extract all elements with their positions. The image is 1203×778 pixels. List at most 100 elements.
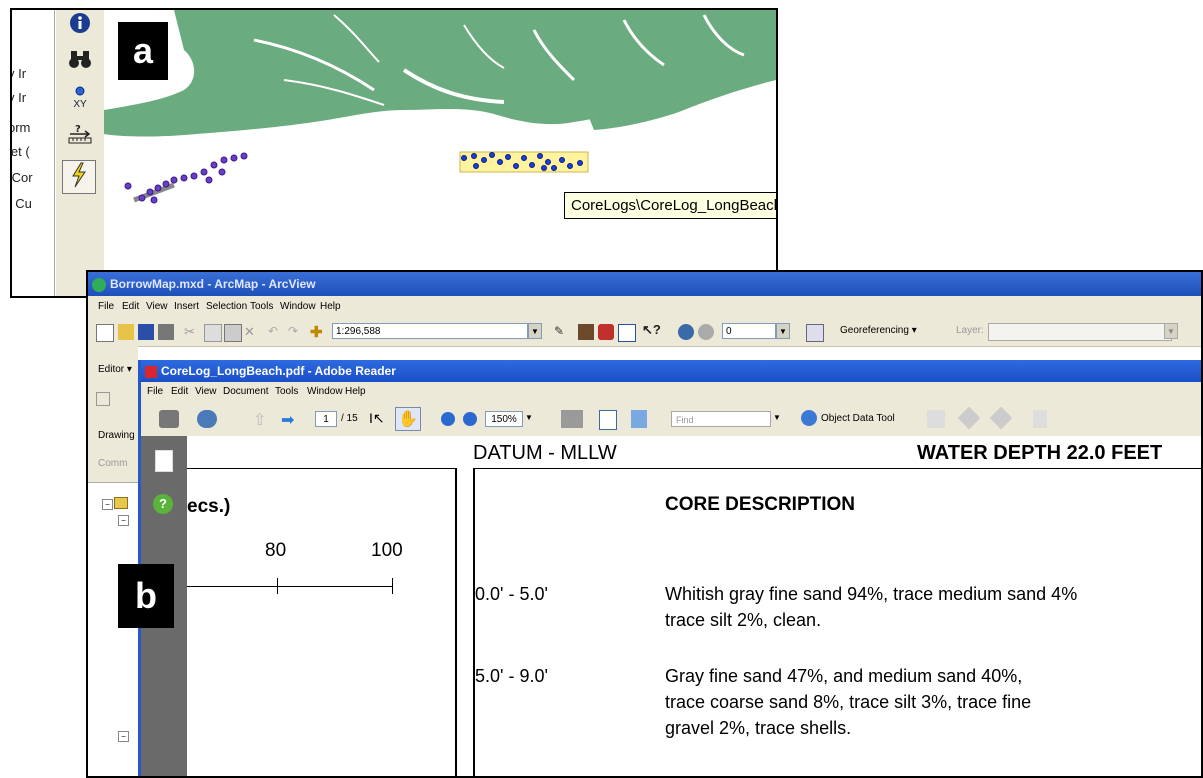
- expand-toggle[interactable]: −: [118, 731, 129, 742]
- object-data-tool-icon[interactable]: [801, 410, 817, 426]
- arcmap-toc-tree: − − −: [88, 482, 138, 776]
- editor-menu[interactable]: Editor ▾: [98, 364, 132, 375]
- copy-icon[interactable]: [204, 324, 222, 342]
- column-header-fragment: ecs.): [187, 496, 231, 517]
- page-total: / 15: [341, 413, 358, 424]
- add-data-icon[interactable]: ✚: [310, 323, 326, 341]
- menu-help[interactable]: Help: [320, 296, 341, 318]
- previous-page-icon[interactable]: ⇧: [253, 410, 266, 430]
- menu-window[interactable]: Window: [280, 296, 316, 318]
- reader-menu-edit[interactable]: Edit: [171, 382, 188, 402]
- menu-view[interactable]: View: [146, 296, 168, 318]
- menu-file[interactable]: File: [98, 296, 114, 318]
- map-canvas[interactable]: a CoreLogs\CoreLog_LongBeach.pdf: [104, 10, 776, 296]
- core-point: [190, 172, 198, 180]
- drawing-menu[interactable]: Drawing: [98, 430, 135, 441]
- georef-rotate-icon[interactable]: [698, 324, 714, 340]
- reader-menu-tools[interactable]: Tools: [275, 382, 298, 402]
- zoom-in-icon[interactable]: [463, 412, 477, 426]
- pages-panel-icon[interactable]: [155, 450, 173, 472]
- zoom-layer-icon[interactable]: [806, 324, 824, 342]
- undo-icon[interactable]: ↶: [268, 324, 284, 340]
- next-page-icon[interactable]: ➡: [281, 410, 294, 430]
- catalog-icon[interactable]: [578, 324, 594, 340]
- panel-label-a: a: [118, 22, 168, 80]
- toolbox-icon[interactable]: [598, 324, 614, 340]
- reader-menu-file[interactable]: File: [147, 382, 163, 402]
- map-scale-combo[interactable]: 1:296,588: [332, 323, 528, 339]
- delete-icon[interactable]: ✕: [244, 324, 260, 340]
- hyperlink-lightning-icon[interactable]: [62, 160, 96, 194]
- description-line: gravel 2%, trace shells.: [665, 718, 852, 738]
- binoculars-icon[interactable]: [66, 48, 94, 76]
- hyperlink-tooltip: CoreLogs\CoreLog_LongBeach.pdf: [564, 192, 776, 219]
- find-input[interactable]: Find: [671, 411, 771, 427]
- panel-b-arcmap-with-reader: BorrowMap.mxd - ArcMap - ArcView File Ed…: [86, 270, 1203, 778]
- menu-edit[interactable]: Edit: [122, 296, 139, 318]
- search-icon[interactable]: [197, 410, 217, 428]
- georeferencing-menu[interactable]: Georeferencing ▾: [840, 325, 917, 336]
- toc-text: orm: [10, 120, 31, 135]
- zoom-out-icon[interactable]: [441, 412, 455, 426]
- georef-layer-dropdown-arrow-icon[interactable]: ▼: [1164, 323, 1178, 339]
- reader-toolbar: ⇧ ➡ 1 / 15 I↖ ✋ 150% ▼ Find ▼ Object Dat…: [141, 402, 1201, 437]
- menu-tools[interactable]: Tools: [250, 296, 273, 318]
- edit-tool-icon[interactable]: [96, 392, 110, 406]
- select-text-icon[interactable]: I↖: [369, 410, 385, 427]
- georef-layer-combo[interactable]: [988, 323, 1172, 341]
- object-data-tool-button[interactable]: Object Data Tool: [821, 413, 895, 424]
- toc-text: y Ir: [12, 66, 27, 81]
- georef-fit-icon[interactable]: [678, 324, 694, 340]
- single-page-icon[interactable]: [599, 410, 617, 430]
- depth-range: 0.0' - 5.0': [475, 584, 548, 604]
- fit-page-icon[interactable]: [631, 410, 647, 428]
- page-number-input[interactable]: 1: [315, 411, 337, 427]
- info-icon[interactable]: [66, 12, 94, 40]
- redo-icon[interactable]: ↷: [288, 324, 304, 340]
- scale-tick: [277, 578, 278, 594]
- selected-core-point: [559, 157, 565, 163]
- new-document-icon[interactable]: [96, 324, 114, 342]
- snapshot-icon[interactable]: [561, 410, 583, 428]
- core-point: [200, 168, 208, 176]
- menu-insert[interactable]: Insert: [174, 296, 199, 318]
- print-icon[interactable]: [159, 410, 179, 428]
- print-icon[interactable]: [158, 324, 174, 340]
- menu-selection[interactable]: Selection: [206, 296, 247, 318]
- layer-dropdown-arrow-icon[interactable]: ▼: [776, 323, 790, 339]
- layer-index-field[interactable]: 0: [722, 323, 776, 339]
- core-description-title: CORE DESCRIPTION: [665, 494, 856, 515]
- reader-menu-document[interactable]: Document: [223, 382, 269, 402]
- save-icon[interactable]: [138, 324, 154, 340]
- tools-toolbar: XY ?: [56, 10, 105, 296]
- command-line-icon[interactable]: [618, 324, 636, 342]
- expand-toggle[interactable]: −: [118, 515, 129, 526]
- find-dropdown-arrow-icon[interactable]: ▼: [773, 413, 781, 422]
- reader-menu-view[interactable]: View: [195, 382, 217, 402]
- whats-this-help-icon[interactable]: ↖?: [642, 322, 661, 338]
- selected-core-point: [489, 152, 495, 158]
- scale-dropdown-arrow-icon[interactable]: ▼: [528, 323, 542, 339]
- map-features: [104, 10, 776, 204]
- water-depth-label: WATER DEPTH 22.0 FEET: [917, 442, 1163, 464]
- toc-text: y Ir: [12, 90, 27, 105]
- expand-toggle[interactable]: −: [102, 499, 113, 510]
- open-folder-icon[interactable]: [118, 324, 134, 340]
- selected-core-point: [529, 162, 535, 168]
- core-point: [240, 152, 248, 160]
- help-icon[interactable]: ?: [153, 494, 173, 514]
- scale-axis: [187, 586, 393, 587]
- core-point: [170, 176, 178, 184]
- reader-menu-help[interactable]: Help: [345, 382, 366, 402]
- goto-xy-icon[interactable]: XY: [66, 86, 94, 114]
- measure-icon[interactable]: ?: [66, 122, 94, 150]
- cut-icon[interactable]: ✂: [184, 324, 200, 340]
- paste-icon[interactable]: [224, 324, 242, 342]
- hand-tool-icon[interactable]: ✋: [395, 407, 421, 431]
- editor-toolbar-icon[interactable]: ✎: [554, 324, 570, 340]
- adobe-reader-icon: [145, 365, 157, 378]
- reader-menu-window[interactable]: Window: [307, 382, 343, 402]
- zoom-level-field[interactable]: 150%: [485, 411, 523, 427]
- zoom-dropdown-arrow-icon[interactable]: ▼: [525, 413, 533, 422]
- core-point: [220, 156, 228, 164]
